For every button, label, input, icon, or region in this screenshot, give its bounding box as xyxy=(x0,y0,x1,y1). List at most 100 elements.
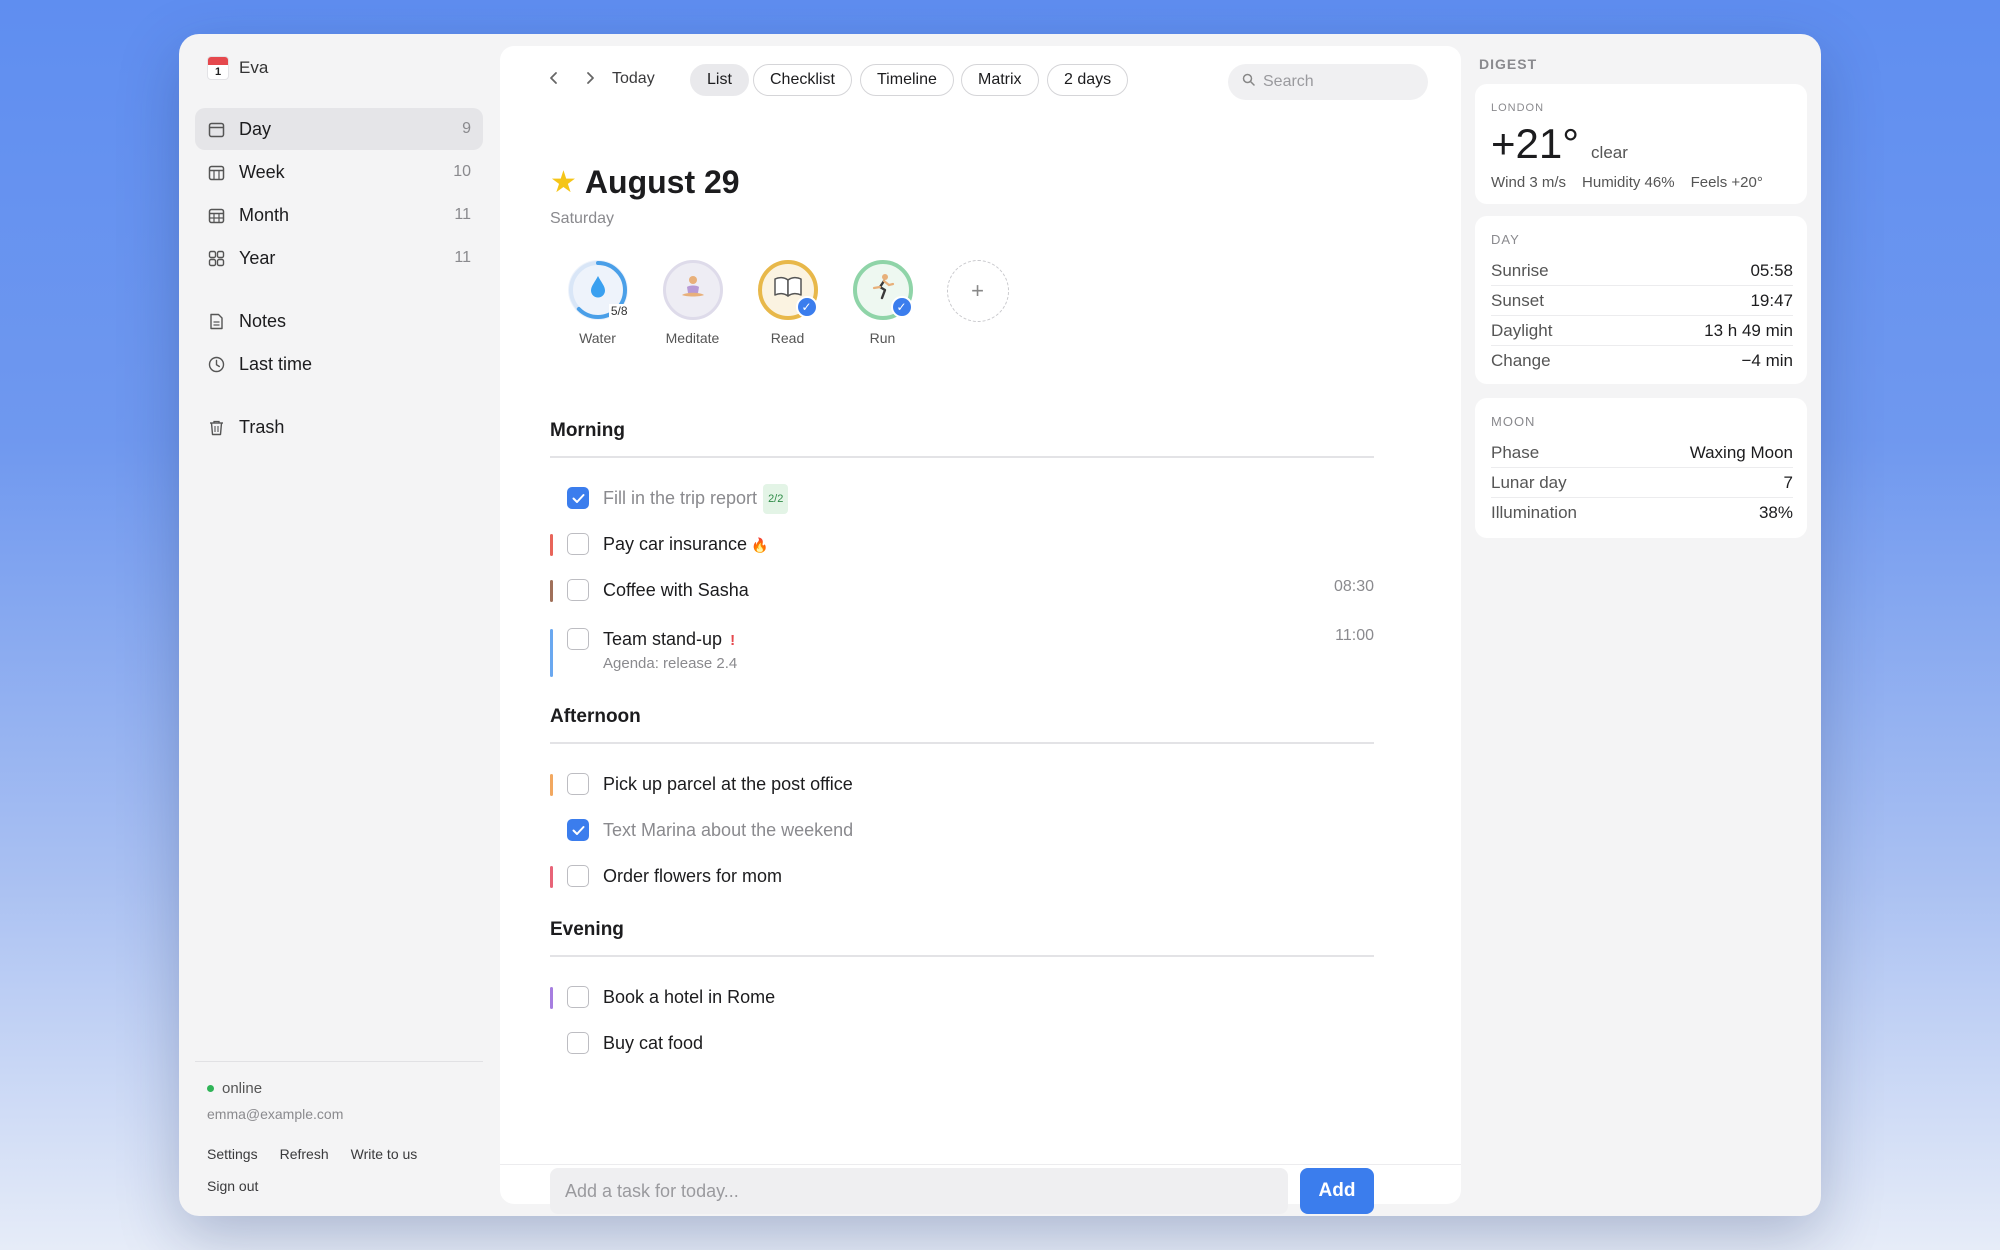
view-tab-timeline[interactable]: Timeline xyxy=(860,64,954,96)
weather-stats: Wind 3 m/s Humidity 46% Feels +20° xyxy=(1491,174,1763,191)
plus-icon: + xyxy=(946,260,1009,322)
task-checkbox[interactable] xyxy=(567,1032,589,1054)
digest-title: DIGEST xyxy=(1479,56,1538,72)
online-dot-icon xyxy=(207,1084,214,1092)
task-checkbox[interactable] xyxy=(567,579,589,601)
user-header[interactable]: 1 Eva xyxy=(207,54,268,82)
task-checkbox[interactable] xyxy=(567,986,589,1008)
task-checkbox[interactable] xyxy=(567,487,589,509)
change-row: Change −4 min xyxy=(1491,351,1793,370)
toolbar: Today List Checklist Timeline Matrix 2 d… xyxy=(500,46,1461,110)
sidebar-item-week[interactable]: Week 10 xyxy=(195,151,483,193)
habit-tracker: 5/8 Water Meditate ✓ Read ✓ Run + xyxy=(550,260,1025,348)
today-button[interactable]: Today xyxy=(612,64,655,94)
sidebar-item-year[interactable]: Year 11 xyxy=(195,237,483,279)
check-icon: ✓ xyxy=(890,296,913,318)
sidebar-item-day[interactable]: Day 9 xyxy=(195,108,483,150)
chevron-left-icon[interactable] xyxy=(540,64,568,92)
task-row[interactable]: Fill in the trip report 2/2 xyxy=(550,484,1374,515)
task-row[interactable]: Order flowers for mom xyxy=(550,862,1374,892)
sign-out-link[interactable]: Sign out xyxy=(207,1176,258,1196)
illumination-row: Illumination 38% xyxy=(1491,503,1793,522)
sidebar-item-notes[interactable]: Notes xyxy=(195,300,483,342)
refresh-link[interactable]: Refresh xyxy=(280,1144,329,1164)
task-time: 08:30 xyxy=(1333,578,1374,595)
day-card: DAY Sunrise 05:58 Sunset 19:47 Daylight 13 … xyxy=(1475,216,1807,384)
calendar-icon: 1 xyxy=(207,56,229,80)
composer-divider xyxy=(500,1164,1461,1165)
task-row[interactable]: Pick up parcel at the post office xyxy=(550,770,1374,800)
habit-meditate[interactable]: Meditate xyxy=(645,260,740,348)
task-checkbox[interactable] xyxy=(567,533,589,555)
weather-temp: +21° clear xyxy=(1491,120,1628,167)
task-row[interactable]: Buy cat food xyxy=(550,1029,1374,1059)
task-row[interactable]: Book a hotel in Rome xyxy=(550,983,1374,1013)
task-row[interactable]: Pay car insurance 🔥 xyxy=(550,530,1374,560)
task-note: Agenda: release 2.4 xyxy=(603,655,738,672)
water-count: 5/8 xyxy=(608,304,630,318)
task-title: Text Marina about the weekend xyxy=(603,820,854,840)
priority-flag: ! xyxy=(730,632,736,649)
task-title: Pay car insurance xyxy=(603,534,748,554)
task-checkbox[interactable] xyxy=(567,628,589,650)
view-tab-checklist[interactable]: Checklist xyxy=(753,64,852,96)
task-checkbox[interactable] xyxy=(567,819,589,841)
divider xyxy=(550,742,1374,744)
task-color-bar xyxy=(550,629,553,677)
chevron-right-icon[interactable] xyxy=(576,64,604,92)
section-afternoon-title: Afternoon xyxy=(550,706,641,727)
subtask-badge: 2/2 xyxy=(763,484,789,515)
phase-row: Phase Waxing Moon xyxy=(1491,438,1793,468)
add-task-button[interactable]: Add xyxy=(1300,1168,1374,1214)
note-icon xyxy=(207,312,225,330)
section-morning-title: Morning xyxy=(550,420,625,441)
task-color-bar xyxy=(550,774,553,796)
divider xyxy=(550,955,1374,957)
search-input[interactable] xyxy=(1263,73,1413,91)
calendar-week-icon xyxy=(207,163,225,181)
main-panel: Today List Checklist Timeline Matrix 2 d… xyxy=(500,46,1461,1214)
weekday-label: Saturday xyxy=(550,210,615,227)
page-title: ★ August 29 xyxy=(550,164,740,200)
task-title: Fill in the trip report xyxy=(603,488,758,508)
search-icon xyxy=(1242,73,1255,91)
add-task-input[interactable] xyxy=(550,1168,1288,1214)
sunset-row: Sunset 19:47 xyxy=(1491,286,1793,316)
sidebar-item-month[interactable]: Month 11 xyxy=(195,194,483,236)
sidebar-item-last-time[interactable]: Last time xyxy=(195,343,483,385)
star-icon[interactable]: ★ xyxy=(550,166,577,200)
user-name: Eva xyxy=(239,58,269,77)
task-checkbox[interactable] xyxy=(567,865,589,887)
weather-condition: clear xyxy=(1591,143,1628,162)
section-evening-title: Evening xyxy=(550,919,624,940)
habit-water[interactable]: 5/8 Water xyxy=(550,260,645,348)
task-title: Pick up parcel at the post office xyxy=(603,774,853,794)
task-row[interactable]: Text Marina about the weekend xyxy=(550,816,1374,846)
task-row[interactable]: Team stand-up! Agenda: release 2.4 11:00 xyxy=(550,625,1374,681)
task-row[interactable]: Coffee with Sasha 08:30 xyxy=(550,576,1374,606)
moon-card: MOON Phase Waxing Moon Lunar day 7 Illumin… xyxy=(1475,398,1807,538)
sidebar-item-trash[interactable]: Trash xyxy=(195,406,483,448)
settings-link[interactable]: Settings xyxy=(207,1144,258,1164)
fire-icon: 🔥 xyxy=(751,537,769,553)
view-tab-list[interactable]: List xyxy=(690,64,749,96)
view-tab-2-days[interactable]: 2 days xyxy=(1047,64,1129,96)
task-checkbox[interactable] xyxy=(567,773,589,795)
meditate-icon xyxy=(679,273,707,308)
account-links: Settings Refresh Write to us Sign out xyxy=(195,1144,483,1196)
habit-run[interactable]: ✓ Run xyxy=(835,260,930,348)
view-tab-matrix[interactable]: Matrix xyxy=(961,64,1039,96)
water-drop-icon xyxy=(589,275,607,306)
weather-city: LONDON xyxy=(1491,102,1545,114)
calendar-month-icon xyxy=(207,206,225,224)
search-box[interactable] xyxy=(1228,64,1428,100)
check-icon: ✓ xyxy=(795,296,818,318)
add-habit-button[interactable]: + xyxy=(930,260,1025,348)
calendar-day-icon xyxy=(207,120,225,138)
habit-read[interactable]: ✓ Read xyxy=(740,260,835,348)
task-title: Buy cat food xyxy=(603,1033,704,1053)
task-time: 11:00 xyxy=(1335,627,1374,644)
write-to-us-link[interactable]: Write to us xyxy=(351,1144,418,1164)
sunrise-row: Sunrise 05:58 xyxy=(1491,256,1793,286)
task-title: Coffee with Sasha xyxy=(603,580,749,600)
